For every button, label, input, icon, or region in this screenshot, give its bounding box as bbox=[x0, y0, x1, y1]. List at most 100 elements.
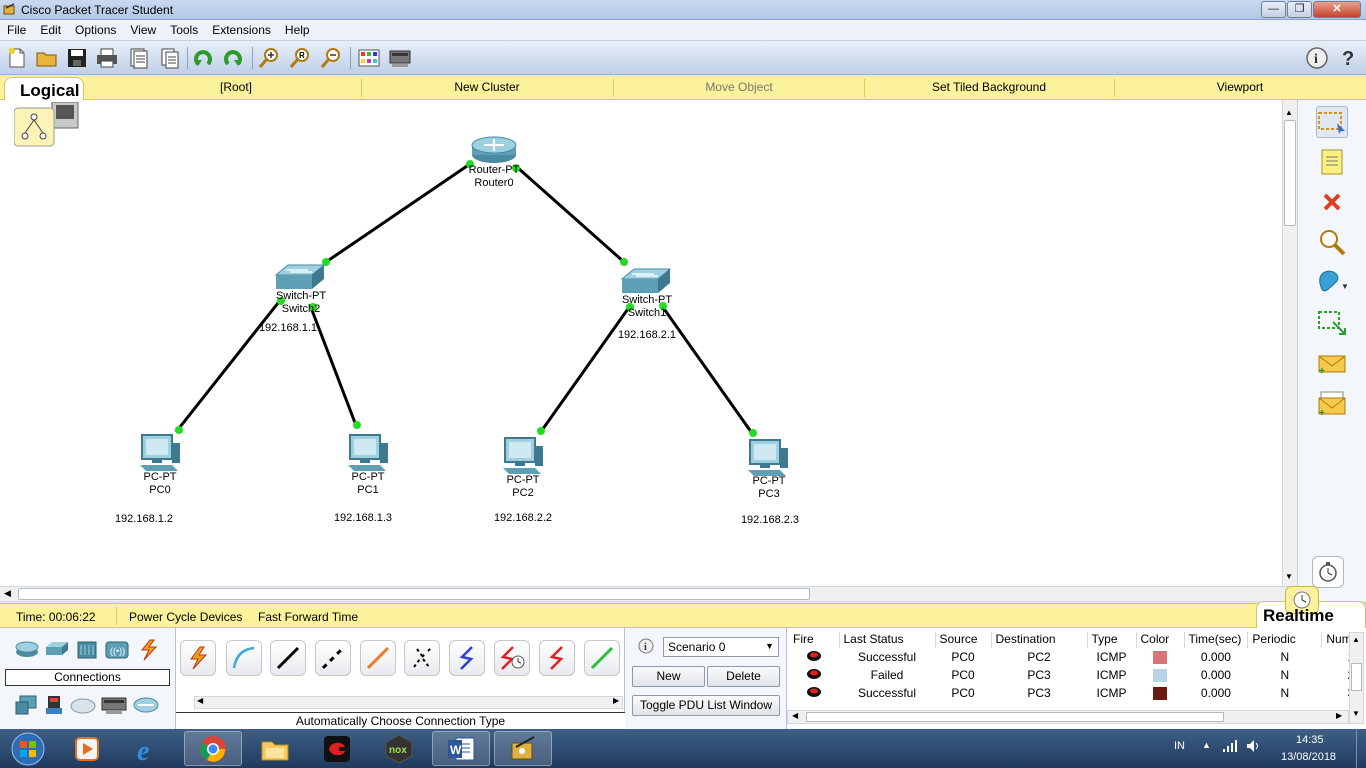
show-desktop-button[interactable] bbox=[1356, 729, 1366, 768]
start-button[interactable] bbox=[0, 731, 56, 766]
question-help-icon[interactable]: ? bbox=[1336, 46, 1360, 70]
menu-edit[interactable]: Edit bbox=[33, 20, 68, 37]
copper-cross-over-icon[interactable] bbox=[315, 640, 351, 676]
place-note-icon[interactable] bbox=[1316, 146, 1348, 178]
horizontal-scroll-thumb[interactable] bbox=[18, 588, 810, 600]
routers-category-icon[interactable] bbox=[15, 640, 39, 661]
pc3-device[interactable] bbox=[746, 438, 790, 478]
volume-icon[interactable] bbox=[1245, 739, 1261, 756]
menu-file[interactable]: File bbox=[0, 20, 33, 37]
scroll-down-arrow-icon[interactable]: ▼ bbox=[1285, 572, 1293, 581]
input-language-indicator[interactable]: IN bbox=[1174, 740, 1185, 752]
inspect-icon[interactable] bbox=[1316, 226, 1348, 258]
zoom-reset-icon[interactable]: R bbox=[288, 46, 312, 70]
internet-explorer-taskbar-icon[interactable]: e bbox=[120, 731, 178, 766]
undo-icon[interactable] bbox=[191, 46, 215, 70]
pdu-vertical-scrollbar[interactable]: ▲ ▼ bbox=[1349, 632, 1364, 724]
scenario-info-icon[interactable]: i bbox=[638, 638, 654, 657]
clock-date[interactable]: 13/08/2018 bbox=[1281, 751, 1336, 763]
pdu-horizontal-scrollbar[interactable]: ◀ ▶ bbox=[787, 710, 1349, 724]
end-devices-category-icon[interactable] bbox=[14, 694, 40, 719]
new-file-icon[interactable] bbox=[5, 46, 29, 70]
connection-panel-scrollbar[interactable]: ◀ ▶ bbox=[194, 696, 623, 709]
simulation-mode-stopwatch-icon[interactable] bbox=[1312, 556, 1344, 588]
octal-cable-icon[interactable] bbox=[584, 640, 620, 676]
menu-options[interactable]: Options bbox=[68, 20, 123, 37]
toggle-pdu-list-button[interactable]: Toggle PDU List Window bbox=[632, 695, 780, 716]
zoom-in-icon[interactable] bbox=[257, 46, 281, 70]
palette-icon[interactable] bbox=[357, 46, 381, 70]
fire-button[interactable] bbox=[789, 666, 839, 684]
resize-shape-icon[interactable] bbox=[1316, 306, 1348, 338]
root-button[interactable]: [Root] bbox=[186, 80, 286, 94]
pdu-color[interactable] bbox=[1136, 648, 1184, 666]
power-cycle-devices-button[interactable]: Power Cycle Devices bbox=[129, 610, 242, 624]
pdu-color[interactable] bbox=[1136, 666, 1184, 684]
add-complex-pdu-icon[interactable]: + bbox=[1316, 388, 1348, 420]
pdu-vertical-scroll-thumb[interactable] bbox=[1351, 663, 1362, 691]
pdu-row[interactable]: Failed PC0 PC3 ICMP 0.000 N 2 bbox=[789, 666, 1358, 684]
save-icon[interactable] bbox=[65, 46, 89, 70]
switches-category-icon[interactable] bbox=[45, 640, 69, 661]
coaxial-cable-icon[interactable] bbox=[449, 640, 485, 676]
connections-category-icon[interactable] bbox=[136, 638, 162, 665]
switch2-device[interactable] bbox=[274, 263, 326, 291]
menu-view[interactable]: View bbox=[123, 20, 163, 37]
minimize-button[interactable]: — bbox=[1261, 1, 1286, 18]
pdu-scroll-thumb[interactable] bbox=[806, 712, 1224, 722]
column-header[interactable]: Color bbox=[1136, 632, 1185, 648]
phone-cable-icon[interactable] bbox=[404, 640, 440, 676]
pc2-device[interactable] bbox=[501, 436, 545, 476]
fast-forward-time-button[interactable]: Fast Forward Time bbox=[258, 610, 358, 624]
scroll-left-arrow-icon[interactable]: ◀ bbox=[197, 696, 203, 705]
router0-device[interactable] bbox=[470, 133, 518, 165]
console-cable-icon[interactable] bbox=[226, 640, 262, 676]
column-header[interactable]: Destination bbox=[991, 632, 1088, 648]
column-header[interactable]: Source bbox=[935, 632, 992, 648]
automatic-connection-icon[interactable] bbox=[180, 640, 216, 676]
garena-taskbar-icon[interactable] bbox=[308, 731, 366, 766]
new-cluster-button[interactable]: New Cluster bbox=[412, 80, 562, 94]
logical-workspace-canvas[interactable]: Router-PT Router0 Switch-PT Switch2 192.… bbox=[0, 100, 1282, 586]
menu-tools[interactable]: Tools bbox=[163, 20, 205, 37]
switch1-device[interactable] bbox=[620, 267, 672, 295]
network-signal-icon[interactable] bbox=[1222, 739, 1238, 756]
pc0-device[interactable] bbox=[138, 433, 182, 473]
nox-player-taskbar-icon[interactable]: nox bbox=[370, 731, 428, 766]
delete-scenario-button[interactable]: Delete bbox=[707, 666, 780, 687]
fire-button[interactable] bbox=[789, 648, 839, 666]
serial-dte-icon[interactable] bbox=[539, 640, 575, 676]
maximize-button[interactable]: ❐ bbox=[1287, 1, 1312, 18]
scroll-down-arrow-icon[interactable]: ▼ bbox=[1352, 709, 1360, 718]
media-player-taskbar-icon[interactable] bbox=[58, 731, 116, 766]
help-info-icon[interactable]: i bbox=[1305, 46, 1329, 70]
chrome-taskbar-icon[interactable] bbox=[184, 731, 242, 766]
scroll-right-arrow-icon[interactable]: ▶ bbox=[1336, 711, 1342, 720]
security-category-icon[interactable] bbox=[44, 694, 64, 719]
column-header[interactable]: Time(sec) bbox=[1184, 632, 1249, 648]
wan-emulation-category-icon[interactable] bbox=[70, 696, 96, 717]
scroll-up-arrow-icon[interactable]: ▲ bbox=[1352, 635, 1360, 644]
open-folder-icon[interactable] bbox=[35, 46, 59, 70]
add-simple-pdu-icon[interactable]: + bbox=[1316, 348, 1348, 380]
custom-made-devices-category-icon[interactable] bbox=[100, 694, 128, 719]
copper-straight-through-icon[interactable] bbox=[270, 640, 306, 676]
scroll-up-arrow-icon[interactable]: ▲ bbox=[1285, 108, 1293, 117]
pc1-device[interactable] bbox=[346, 433, 390, 473]
column-header[interactable]: Last Status bbox=[839, 632, 936, 648]
scenario-select[interactable]: Scenario 0 ▼ bbox=[663, 637, 779, 657]
fire-button[interactable] bbox=[789, 684, 839, 702]
copy-icon[interactable] bbox=[158, 46, 182, 70]
canvas-vertical-scrollbar[interactable]: ▲ ▼ bbox=[1282, 100, 1297, 586]
pdu-color[interactable] bbox=[1136, 684, 1184, 702]
activity-wizard-icon[interactable] bbox=[127, 46, 151, 70]
redo-icon[interactable] bbox=[221, 46, 245, 70]
new-scenario-button[interactable]: New bbox=[632, 666, 705, 687]
custom-device-icon[interactable] bbox=[388, 46, 412, 70]
menu-extensions[interactable]: Extensions bbox=[205, 20, 278, 37]
file-explorer-taskbar-icon[interactable] bbox=[246, 731, 304, 766]
clock-time[interactable]: 14:35 bbox=[1296, 734, 1324, 746]
logical-tab[interactable]: Logical bbox=[4, 77, 84, 101]
fiber-cable-icon[interactable] bbox=[360, 640, 396, 676]
pdu-row[interactable]: Successful PC0 PC2 ICMP 0.000 N 1 bbox=[789, 648, 1358, 666]
